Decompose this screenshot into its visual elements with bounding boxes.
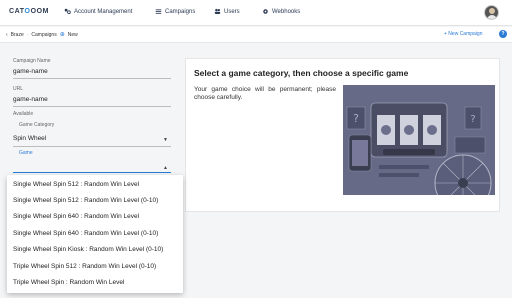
dropdown-option[interactable]: Single Wheel Spin 640 : Random Win Level — [13, 213, 139, 220]
nav-account-management[interactable]: Account Management — [64, 8, 132, 15]
campaign-name-input[interactable]: game-name — [13, 68, 48, 75]
gear-icon — [263, 9, 268, 14]
game-label: Game — [19, 150, 33, 156]
url-label: URL — [13, 86, 24, 92]
breadcrumb-bar: ‹ Braze · Campaigns ⊕ New + New Campaign… — [0, 27, 512, 43]
dropdown-option[interactable]: Single Wheel Spin 512 : Random Win Level — [13, 181, 139, 188]
plus-circle-icon: ⊕ — [59, 32, 65, 38]
back-chevron-icon[interactable]: ‹ — [6, 32, 8, 38]
campaign-name-label: Campaign Name — [13, 58, 51, 64]
chevron-down-icon[interactable]: ▼ — [163, 137, 168, 143]
game-select-underline[interactable] — [13, 172, 171, 173]
game-preview-image: ? ? — [343, 85, 495, 195]
panel-title: Select a game category, then choose a sp… — [194, 68, 409, 78]
game-category-underline — [13, 146, 171, 147]
nav-users[interactable]: Users — [214, 8, 240, 15]
svg-text:?: ? — [470, 114, 475, 125]
breadcrumb-new: New — [67, 31, 78, 38]
catchoom-logo[interactable]: CATOOOM — [9, 8, 49, 15]
game-category-select[interactable]: Spin Wheel — [13, 135, 46, 142]
campaign-name-underline — [13, 78, 171, 79]
dropdown-option[interactable]: Single Wheel Spin Kiosk : Random Win Lev… — [13, 246, 163, 253]
dropdown-option[interactable]: Triple Wheel Spin : Random Win Level — [13, 279, 124, 286]
dropdown-option[interactable]: Single Wheel Spin 512 : Random Win Level… — [13, 197, 158, 204]
people-settings-icon — [64, 8, 71, 15]
url-input[interactable]: game-name — [13, 96, 48, 103]
new-campaign-button[interactable]: + New Campaign — [444, 31, 483, 37]
nav-campaigns[interactable]: Campaigns — [155, 8, 195, 15]
list-icon — [155, 9, 162, 14]
panel-description: Your game choice will be permanent; plea… — [194, 86, 336, 101]
help-icon[interactable]: ? — [499, 30, 507, 38]
top-navbar: CATOOOM Account Management Campaigns Use… — [0, 0, 512, 26]
game-info-panel: Select a game category, then choose a sp… — [185, 58, 500, 212]
available-label: Available — [13, 111, 34, 117]
breadcrumb-braze[interactable]: Braze — [11, 32, 24, 38]
dropdown-option[interactable]: Triple Wheel Spin 512 : Random Win Level… — [13, 263, 156, 270]
nav-webhooks[interactable]: Webhooks — [262, 8, 300, 15]
url-underline — [13, 106, 171, 107]
breadcrumb: ‹ Braze · Campaigns ⊕ New — [6, 31, 78, 39]
breadcrumb-campaigns[interactable]: Campaigns — [31, 32, 56, 38]
users-icon — [214, 8, 221, 14]
game-dropdown-menu: Single Wheel Spin 512 : Random Win Level… — [7, 175, 183, 293]
user-avatar[interactable] — [484, 5, 499, 20]
game-category-label: Game Category — [19, 122, 55, 128]
dropdown-option[interactable]: Single Wheel Spin 640 : Random Win Level… — [13, 230, 158, 237]
svg-text:?: ? — [353, 112, 359, 125]
chevron-up-icon[interactable]: ▲ — [163, 165, 168, 171]
